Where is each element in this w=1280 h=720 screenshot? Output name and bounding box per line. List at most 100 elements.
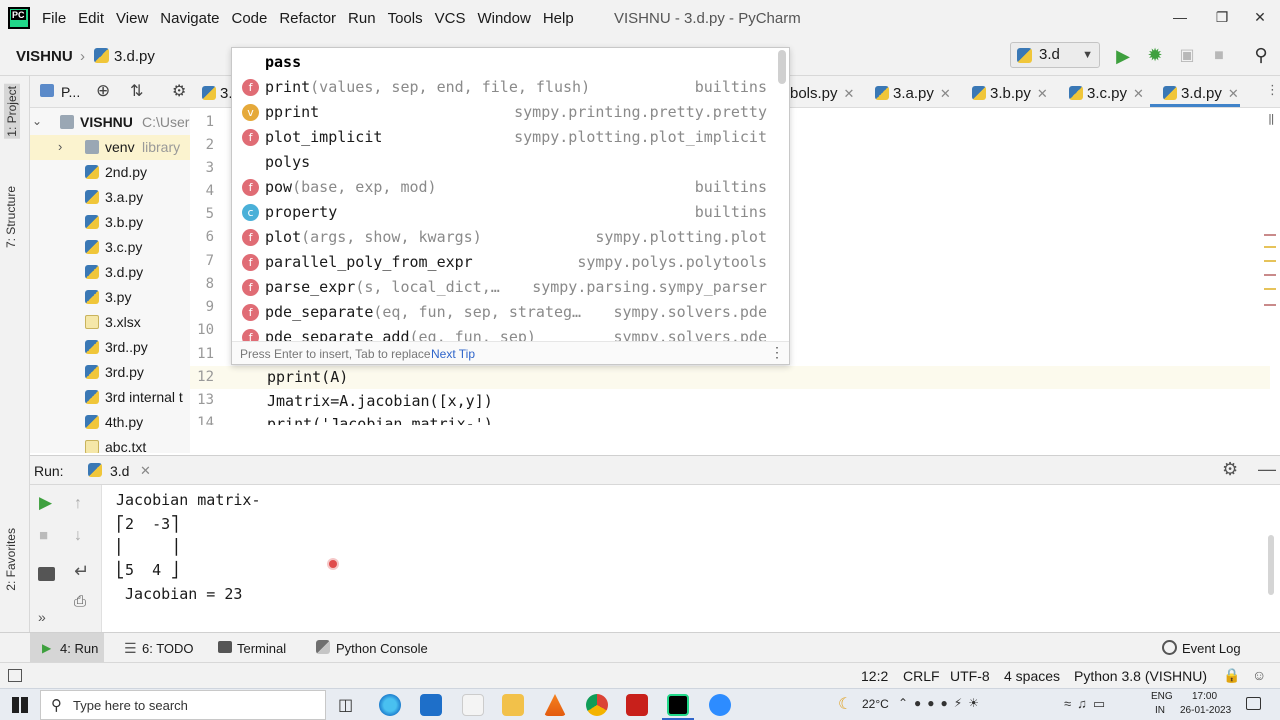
- tree-item[interactable]: 3.b.py: [30, 210, 190, 235]
- tree-item-venv[interactable]: › venv library: [30, 135, 190, 160]
- tool-tab-python-console[interactable]: Python Console: [336, 641, 428, 656]
- project-panel-title[interactable]: P...: [61, 84, 80, 100]
- lock-icon[interactable]: 🔒: [1223, 667, 1240, 684]
- popup-scrollbar[interactable]: [778, 50, 786, 84]
- system-tray-icons[interactable]: ⌃●●●⚡☀: [898, 696, 985, 710]
- tool-tab-terminal[interactable]: Terminal: [237, 641, 286, 656]
- tool-tab-todo[interactable]: 6: TODO: [142, 641, 194, 656]
- inspector-icon[interactable]: ☺: [1252, 667, 1266, 683]
- chevron-down-icon[interactable]: ⌄: [32, 114, 42, 128]
- rerun-icon[interactable]: ▶: [39, 493, 52, 513]
- completion-item[interactable]: pass: [232, 50, 779, 75]
- error-stripe-mark[interactable]: [1264, 246, 1276, 248]
- inspection-indicator-icon[interactable]: ‖: [1268, 112, 1275, 125]
- zoom-icon[interactable]: [709, 694, 731, 716]
- menu-code[interactable]: Code: [225, 10, 273, 27]
- structure-tool-tab[interactable]: 7: Structure: [4, 186, 18, 248]
- python-interpreter[interactable]: Python 3.8 (VISHNU): [1074, 668, 1207, 684]
- weather-moon-icon[interactable]: ☾: [838, 694, 852, 714]
- windows-start-icon[interactable]: [12, 697, 28, 713]
- chrome-icon[interactable]: [586, 694, 608, 716]
- network-volume-battery-icons[interactable]: ≈♫▭: [1064, 696, 1111, 712]
- completion-item[interactable]: f print(values, sep, end, file, flush) b…: [232, 75, 779, 100]
- close-tab-icon[interactable]: ✕: [1228, 86, 1239, 101]
- file-explorer-icon[interactable]: [502, 694, 524, 716]
- vlc-icon[interactable]: [544, 694, 566, 716]
- close-tab-icon[interactable]: ✕: [140, 463, 151, 479]
- tab-bols[interactable]: bols.py ✕: [790, 85, 854, 102]
- run-console-output[interactable]: Jacobian matrix- ⎡2 -3⎤ ⎢ ⎥ ⎣5 4 ⎦ Jacob…: [102, 485, 1280, 632]
- tree-item[interactable]: 4th.py: [30, 410, 190, 435]
- acrobat-icon[interactable]: [626, 694, 648, 716]
- menu-window[interactable]: Window: [471, 10, 536, 27]
- close-tab-icon[interactable]: ✕: [1037, 86, 1048, 101]
- debug-icon[interactable]: ✹: [1144, 45, 1166, 65]
- menu-vcs[interactable]: VCS: [429, 10, 472, 27]
- tool-tab-run[interactable]: 4: Run: [60, 641, 98, 656]
- search-everywhere-icon[interactable]: ⚲: [1250, 45, 1272, 65]
- breadcrumb-project[interactable]: VISHNU: [16, 48, 73, 65]
- store-icon[interactable]: [420, 694, 442, 716]
- error-stripe-mark[interactable]: [1264, 304, 1276, 306]
- completion-item[interactable]: c property builtins: [232, 200, 779, 225]
- completion-item[interactable]: f pde_separate(eq, fun, sep, strateg… sy…: [232, 300, 779, 325]
- menu-edit[interactable]: Edit: [72, 10, 110, 27]
- collapse-all-icon[interactable]: ⇅: [130, 81, 143, 101]
- indent-setting[interactable]: 4 spaces: [1004, 668, 1060, 684]
- error-stripe-mark[interactable]: [1264, 288, 1276, 290]
- print-icon[interactable]: ⎙: [74, 593, 86, 610]
- next-tip-link[interactable]: Next Tip: [431, 347, 475, 361]
- edge-browser-icon[interactable]: [379, 694, 401, 716]
- taskbar-search[interactable]: ⚲ Type here to search: [40, 690, 326, 720]
- layout-icon[interactable]: [38, 567, 55, 581]
- clock-date[interactable]: 26-01-2023: [1180, 705, 1231, 716]
- tree-item[interactable]: 3.c.py: [30, 235, 190, 260]
- line-separator[interactable]: CRLF: [903, 668, 940, 684]
- more-tabs-icon[interactable]: ⋮: [1266, 82, 1279, 98]
- tree-item[interactable]: 3rd.py: [30, 360, 190, 385]
- tree-root[interactable]: ⌄ VISHNU C:\User: [30, 110, 190, 135]
- close-tab-icon[interactable]: ✕: [940, 86, 951, 101]
- run-tab-label[interactable]: 3.d: [110, 463, 129, 479]
- restore-icon[interactable]: ❐: [1202, 4, 1242, 30]
- tool-tab-event-log[interactable]: Event Log: [1182, 641, 1241, 656]
- weather-temperature[interactable]: 22°C: [862, 697, 889, 711]
- tree-item[interactable]: abc.txt: [30, 435, 190, 453]
- tab-3a[interactable]: 3.a.py ✕: [893, 85, 951, 102]
- task-view-icon[interactable]: ◫: [338, 695, 353, 715]
- caret-position[interactable]: 12:2: [861, 668, 888, 684]
- run-icon[interactable]: ▶: [1112, 46, 1134, 66]
- menu-tools[interactable]: Tools: [382, 10, 429, 27]
- close-tab-icon[interactable]: ✕: [844, 86, 855, 101]
- completion-item[interactable]: f parallel_poly_from_expr sympy.polys.po…: [232, 250, 779, 275]
- file-encoding[interactable]: UTF-8: [950, 668, 990, 684]
- tree-item[interactable]: 3rd internal t: [30, 385, 190, 410]
- locate-file-icon[interactable]: ⊕: [96, 81, 110, 101]
- pycharm-taskbar-icon[interactable]: [667, 694, 689, 716]
- menu-help[interactable]: Help: [537, 10, 580, 27]
- error-stripe-mark[interactable]: [1264, 234, 1276, 236]
- toggle-tool-windows-icon[interactable]: [8, 669, 22, 682]
- notifications-icon[interactable]: [1246, 697, 1261, 710]
- minimize-icon[interactable]: —: [1160, 4, 1200, 30]
- settings-gear-icon[interactable]: ⚙: [172, 81, 186, 101]
- arrow-up-icon[interactable]: ↑: [74, 495, 82, 513]
- close-tab-icon[interactable]: ✕: [1133, 86, 1144, 101]
- app-icon[interactable]: [462, 694, 484, 716]
- stop-icon[interactable]: ■: [39, 527, 48, 544]
- completion-item[interactable]: f pde_separate_add(eq, fun, sep) sympy.s…: [232, 325, 779, 341]
- language-code[interactable]: ENG: [1151, 691, 1173, 702]
- tree-item[interactable]: 3rd..py: [30, 335, 190, 360]
- tree-item[interactable]: 3.d.py: [30, 260, 190, 285]
- clock-time[interactable]: 17:00: [1192, 691, 1217, 702]
- error-stripe-mark[interactable]: [1264, 274, 1276, 276]
- menu-refactor[interactable]: Refactor: [273, 10, 342, 27]
- completion-item[interactable]: f plot_implicit sympy.plotting.plot_impl…: [232, 125, 779, 150]
- soft-wrap-icon[interactable]: ↵: [74, 561, 89, 582]
- more-icon[interactable]: »: [38, 609, 46, 625]
- completion-item[interactable]: f pow(base, exp, mod) builtins: [232, 175, 779, 200]
- completion-item[interactable]: f plot(args, show, kwargs) sympy.plottin…: [232, 225, 779, 250]
- tab-3c[interactable]: 3.c.py ✕: [1087, 85, 1144, 102]
- menu-run[interactable]: Run: [342, 10, 382, 27]
- completion-item[interactable]: v pprint sympy.printing.pretty.pretty: [232, 100, 779, 125]
